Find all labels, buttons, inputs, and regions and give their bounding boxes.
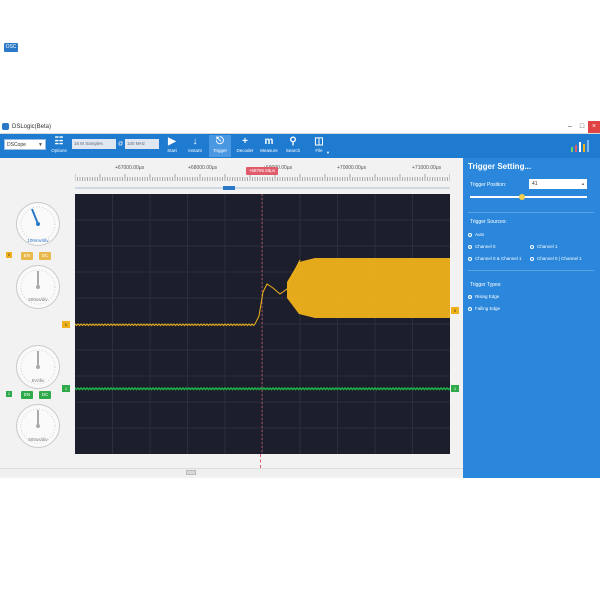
device-select-value: DSCope xyxy=(7,142,26,148)
ch1-right-marker[interactable]: 1 xyxy=(451,385,459,392)
ch0-coupling-button[interactable]: DC xyxy=(39,252,51,260)
instant-button[interactable]: ↓ Instant xyxy=(185,135,205,157)
horizontal-scroll-thumb[interactable] xyxy=(186,470,196,475)
chevron-down-icon: ▼ xyxy=(38,142,43,148)
radio-label: Channel 1 xyxy=(537,244,558,249)
start-button[interactable]: ▶ Start xyxy=(162,135,182,157)
trigger-icon: ⎋ xyxy=(216,136,224,147)
radio-dot-icon xyxy=(468,232,472,237)
toolbar: DSCope ▼ ☷ Options 16 M Samples @ 100 MH… xyxy=(0,134,600,158)
waveform-canvas xyxy=(74,194,451,454)
window-title: DSLogic(Beta) xyxy=(12,124,52,130)
ch0-trigger-marker[interactable]: 0 xyxy=(451,307,459,314)
measure-icon: m xyxy=(264,136,274,147)
slider-handle[interactable] xyxy=(519,194,525,200)
radio-dot-icon xyxy=(530,244,534,249)
overview-scrollbar[interactable] xyxy=(75,186,450,190)
ch0-time-knob[interactable] xyxy=(16,265,60,309)
ch1-index-badge: 1 xyxy=(6,391,12,397)
trigger-label: Trigger xyxy=(212,148,228,153)
measure-label: Measure xyxy=(260,148,278,153)
ruler-ticks xyxy=(75,174,450,181)
ch0-time-label: 500us/div xyxy=(28,297,48,302)
radio-label: Channel 0 | Channel 1 xyxy=(537,256,582,261)
divider xyxy=(468,212,594,213)
divider xyxy=(468,270,594,271)
radio-label: Channel 0 & Channel 1 xyxy=(475,256,522,261)
close-icon[interactable]: × xyxy=(588,121,600,133)
ch0-level-marker[interactable]: 0 xyxy=(62,321,70,328)
source-channel0-radio[interactable]: Channel 0 xyxy=(468,244,496,249)
source-channel1-radio[interactable]: Channel 1 xyxy=(530,244,558,249)
chevron-down-icon[interactable]: ▼ xyxy=(326,150,330,155)
download-arrow-icon: ↓ xyxy=(192,136,198,147)
maximize-icon[interactable]: □ xyxy=(576,121,588,133)
scope-display[interactable] xyxy=(74,194,451,454)
trigger-sources-label: Trigger Sources: xyxy=(470,219,507,225)
time-ruler[interactable]: +67000.00μs +68000.00μs +69000.00μs +700… xyxy=(75,160,450,190)
signal-bars-icon xyxy=(570,139,590,153)
sliders-icon: ☷ xyxy=(54,136,64,147)
osc-mode-button[interactable]: OSC xyxy=(4,43,18,52)
trigger-cursor-label[interactable]: +68786.58μs xyxy=(246,167,278,175)
type-rising-radio[interactable]: Rising Edge xyxy=(468,294,499,299)
radio-dot-icon xyxy=(468,256,472,261)
options-button[interactable]: ☷ Options xyxy=(49,135,69,157)
source-and-radio[interactable]: Channel 0 & Channel 1 xyxy=(468,256,522,261)
app-logo-icon xyxy=(2,123,9,130)
trigger-settings-panel: Trigger Setting... Trigger Position: 41 … xyxy=(463,158,600,478)
search-icon: ⚲ xyxy=(289,136,297,147)
overview-scroll-thumb[interactable] xyxy=(223,186,235,190)
measure-button[interactable]: m Measure xyxy=(259,135,279,157)
rate-field[interactable]: 100 MHz xyxy=(125,139,159,149)
samples-field[interactable]: 16 M Samples xyxy=(72,139,116,149)
title-bar: DSLogic(Beta) – □ × xyxy=(0,121,600,134)
options-label: Options xyxy=(51,148,67,153)
ch1-time-label: 500us/div xyxy=(28,437,48,442)
trigger-types-label: Trigger Types: xyxy=(470,282,502,288)
radio-dot-icon xyxy=(468,306,472,311)
horizontal-scrollbar[interactable] xyxy=(0,468,463,476)
panel-title: Trigger Setting... xyxy=(468,162,532,171)
search-label: Search xyxy=(285,148,301,153)
trigger-position-label: Trigger Position: xyxy=(470,182,507,188)
type-falling-radio[interactable]: Falling Edge xyxy=(468,306,500,311)
radio-label: Auto xyxy=(475,232,485,237)
source-or-radio[interactable]: Channel 0 | Channel 1 xyxy=(530,256,582,261)
ch0-volts-label: 100mV/div xyxy=(27,238,49,243)
at-symbol: @ xyxy=(118,141,124,147)
radio-dot-icon xyxy=(530,256,534,261)
device-select[interactable]: DSCope ▼ xyxy=(4,139,46,150)
file-icon: ◫ xyxy=(314,136,324,147)
trigger-position-value: 41 xyxy=(532,181,538,187)
instant-label: Instant xyxy=(188,148,202,153)
play-icon: ▶ xyxy=(168,136,176,147)
trigger-position-input[interactable]: 41 ▲ xyxy=(529,179,587,189)
decoder-button[interactable]: + Decoder xyxy=(235,135,255,157)
ch1-coupling-button[interactable]: DC xyxy=(39,391,51,399)
ch1-enable-button[interactable]: EN xyxy=(21,391,33,399)
radio-label: Channel 0 xyxy=(475,244,496,249)
trigger-position-slider[interactable] xyxy=(470,194,587,200)
decoder-label: Decoder xyxy=(236,148,254,153)
source-auto-radio[interactable]: Auto xyxy=(468,232,484,237)
trigger-cursor-line xyxy=(260,454,262,468)
minimize-icon[interactable]: – xyxy=(564,121,576,133)
radio-dot-icon xyxy=(468,294,472,299)
radio-label: Rising Edge xyxy=(475,294,500,299)
radio-label: Falling Edge xyxy=(475,306,501,311)
spinner-icon[interactable]: ▲ xyxy=(581,179,585,189)
search-button[interactable]: ⚲ Search xyxy=(283,135,303,157)
ch1-volts-label: 5V/div xyxy=(31,378,45,383)
start-label: Start xyxy=(167,148,177,153)
plus-icon: + xyxy=(242,136,248,147)
trigger-button[interactable]: ⎋ Trigger xyxy=(209,135,231,157)
ch1-level-marker[interactable]: 1 xyxy=(62,385,70,392)
radio-dot-icon xyxy=(468,244,472,249)
ch0-index-badge: 0 xyxy=(6,252,12,258)
ch0-enable-button[interactable]: EN xyxy=(21,252,33,260)
